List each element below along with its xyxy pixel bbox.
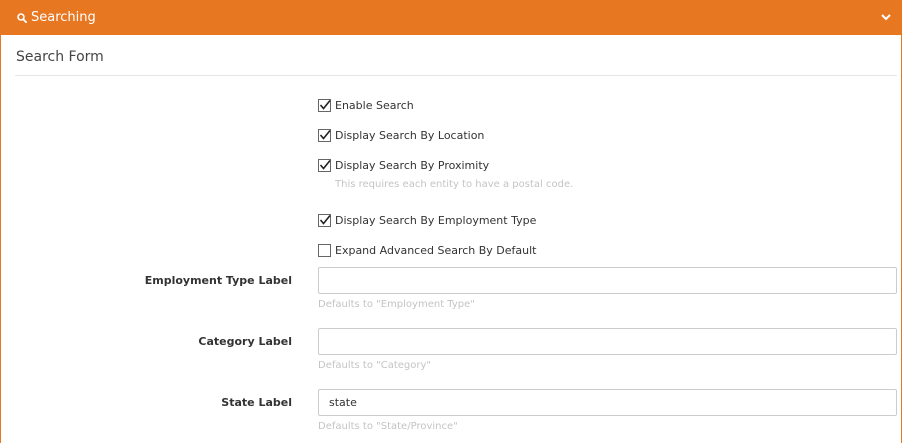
section-divider	[15, 75, 897, 76]
display-search-by-location-checkbox[interactable]: Display Search By Location	[318, 129, 484, 142]
checkbox-checked-icon[interactable]	[318, 99, 331, 112]
state-label-label: State Label	[221, 396, 292, 409]
employment-type-label-input[interactable]	[318, 267, 897, 294]
checkbox-label: Expand Advanced Search By Default	[335, 244, 537, 257]
search-icon	[17, 12, 28, 23]
checkbox-label: Display Search By Employment Type	[335, 214, 537, 227]
category-label-input[interactable]	[318, 328, 897, 355]
expand-advanced-search-checkbox[interactable]: Expand Advanced Search By Default	[318, 244, 537, 257]
display-search-by-proximity-checkbox[interactable]: Display Search By Proximity	[318, 159, 489, 172]
state-label-input[interactable]	[318, 389, 897, 416]
chevron-down-icon[interactable]	[879, 10, 893, 24]
checkbox-label: Display Search By Location	[335, 129, 485, 142]
searching-panel: Searching Search Form Enable Search Disp…	[0, 0, 902, 443]
proximity-help-text: This requires each entity to have a post…	[335, 179, 574, 190]
panel-title: Searching	[31, 10, 96, 25]
category-label-label: Category Label	[198, 335, 292, 348]
checkbox-label: Enable Search	[335, 99, 414, 112]
checkbox-label: Display Search By Proximity	[335, 159, 490, 172]
checkbox-checked-icon[interactable]	[318, 129, 331, 142]
panel-header[interactable]: Searching	[1, 0, 901, 35]
checkbox-checked-icon[interactable]	[318, 159, 331, 172]
employment-type-label-help: Defaults to "Employment Type"	[318, 299, 475, 310]
state-label-help: Defaults to "State/Province"	[318, 421, 458, 432]
checkbox-checked-icon[interactable]	[318, 214, 331, 227]
display-search-by-employment-type-checkbox[interactable]: Display Search By Employment Type	[318, 214, 536, 227]
checkbox-unchecked-icon[interactable]	[318, 244, 331, 257]
employment-type-label-label: Employment Type Label	[144, 274, 292, 287]
section-title: Search Form	[16, 49, 104, 65]
enable-search-checkbox[interactable]: Enable Search	[318, 99, 414, 112]
category-label-help: Defaults to "Category"	[318, 360, 432, 371]
